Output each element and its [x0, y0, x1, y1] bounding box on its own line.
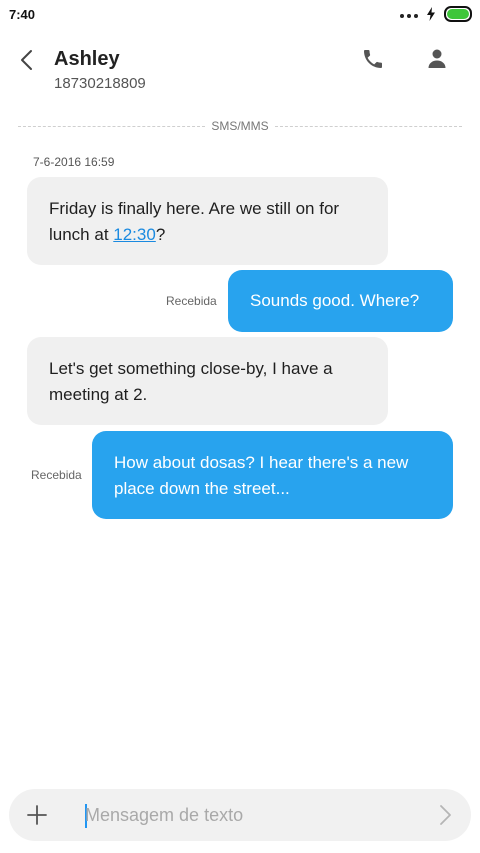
charging-bolt-icon [427, 7, 435, 21]
message-composer [9, 789, 471, 841]
person-icon[interactable] [425, 47, 449, 71]
conversation-header: Ashley 18730218809 [0, 40, 480, 100]
delivery-status: Recebida [31, 468, 82, 482]
message-text: Let's get something close-by, I have a m… [49, 359, 333, 404]
message-text: Sounds good. Where? [250, 291, 420, 310]
message-text: ? [155, 225, 166, 244]
battery-icon [444, 6, 472, 22]
contact-name[interactable]: Ashley [54, 48, 120, 71]
delivery-status: Recebida [166, 294, 217, 308]
status-time: 7:40 [9, 6, 36, 22]
message-timestamp: 7-6-2016 16:59 [33, 155, 115, 169]
contact-number: 18730218809 [54, 75, 146, 92]
outgoing-message-bubble[interactable]: Sounds good. Where? [228, 270, 453, 332]
message-text: How about dosas? I hear there's a new pl… [114, 453, 409, 498]
back-arrow-icon[interactable] [16, 48, 40, 72]
phone-icon[interactable] [361, 47, 385, 71]
status-icons [400, 6, 472, 22]
more-dots-icon [400, 14, 418, 18]
plus-icon[interactable] [26, 804, 48, 826]
message-text: Friday is finally here. Are we still on … [49, 199, 340, 244]
time-link[interactable]: 12:30 [113, 225, 156, 244]
channel-label: SMS/MMS [211, 119, 269, 133]
outgoing-message-bubble[interactable]: How about dosas? I hear there's a new pl… [92, 431, 453, 519]
status-bar: 7:40 [0, 0, 480, 28]
message-input[interactable] [85, 799, 415, 831]
channel-divider: SMS/MMS [18, 118, 462, 134]
send-arrow-icon[interactable] [433, 803, 457, 827]
incoming-message-bubble[interactable]: Let's get something close-by, I have a m… [27, 337, 388, 425]
incoming-message-bubble[interactable]: Friday is finally here. Are we still on … [27, 177, 388, 265]
